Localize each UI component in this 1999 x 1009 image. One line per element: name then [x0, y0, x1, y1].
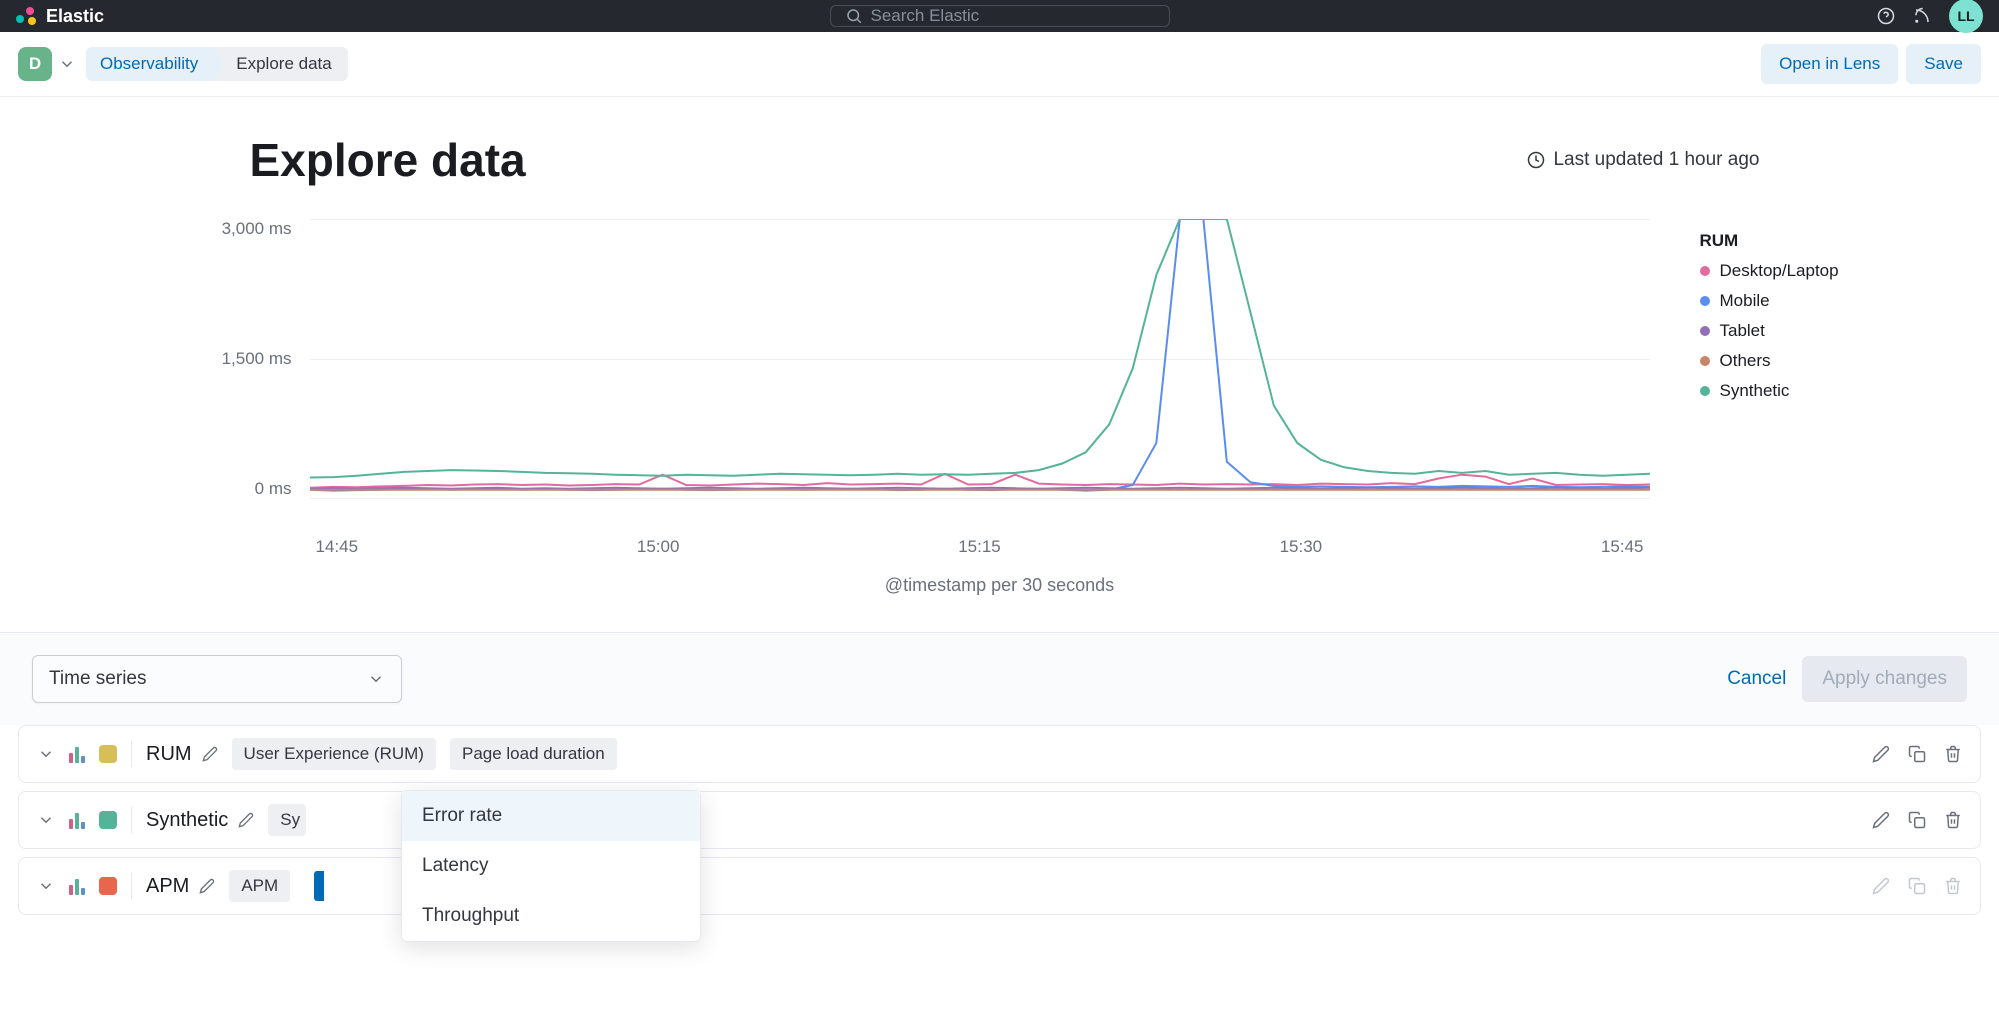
cluster-logo-icon — [16, 5, 38, 27]
series-badge[interactable]: Sy — [268, 804, 306, 836]
series-badge[interactable]: APM — [229, 870, 290, 902]
series-name: Synthetic — [146, 809, 254, 832]
brand-logo[interactable]: Elastic — [16, 5, 104, 27]
copy-icon[interactable] — [1908, 877, 1926, 895]
legend-label: Synthetic — [1720, 381, 1790, 401]
brand-name: Elastic — [46, 6, 104, 27]
pencil-icon[interactable] — [202, 746, 218, 762]
color-swatch[interactable] — [99, 877, 117, 895]
series-row: Synthetic Syition — [18, 791, 1981, 849]
color-swatch[interactable] — [99, 811, 117, 829]
x-axis: 14:45 15:00 15:15 15:30 15:45 — [310, 537, 1650, 557]
legend-dot-icon — [1700, 326, 1710, 336]
pencil-icon[interactable] — [1872, 811, 1890, 829]
news-icon[interactable] — [1913, 7, 1931, 25]
viz-type-select[interactable]: Time series — [32, 655, 402, 703]
y-axis: 3,000 ms 1,500 ms 0 ms — [120, 219, 310, 499]
legend-item[interactable]: Others — [1700, 351, 1880, 371]
row-actions — [1872, 811, 1962, 829]
legend-item[interactable]: Tablet — [1700, 321, 1880, 341]
bars-icon — [69, 877, 85, 895]
trash-icon[interactable] — [1944, 745, 1962, 763]
series-rows: RUM User Experience (RUM) Page load dura… — [0, 725, 1999, 935]
x-tick: 15:00 — [637, 537, 680, 557]
popover-item[interactable]: Latency — [402, 841, 700, 891]
search-icon — [845, 7, 863, 25]
page-title: Explore data — [250, 133, 526, 187]
search-input[interactable]: Search Elastic — [830, 5, 1170, 27]
pencil-icon — [1872, 877, 1890, 895]
legend-item[interactable]: Synthetic — [1700, 381, 1880, 401]
top-nav: Elastic Search Elastic LL — [0, 0, 1999, 32]
y-tick: 0 ms — [255, 479, 292, 499]
save-button[interactable]: Save — [1906, 44, 1981, 84]
copy-icon[interactable] — [1908, 811, 1926, 829]
legend-dot-icon — [1700, 296, 1710, 306]
x-tick: 14:45 — [316, 537, 359, 557]
legend-label: Desktop/Laptop — [1720, 261, 1839, 281]
trash-icon[interactable] — [1944, 877, 1962, 895]
legend-label: Tablet — [1720, 321, 1765, 341]
x-axis-label: @timestamp per 30 seconds — [40, 575, 1959, 596]
chevron-down-icon[interactable] — [37, 877, 55, 895]
breadcrumbs: Observability Explore data — [86, 47, 348, 81]
chart: 3,000 ms 1,500 ms 0 ms 14:45 15:00 15:15… — [120, 207, 1880, 527]
clock-icon — [1527, 151, 1545, 169]
legend-dot-icon — [1700, 356, 1710, 366]
series-row: APM APMError rateLatencyThroughput — [18, 857, 1981, 915]
y-tick: 1,500 ms — [222, 349, 292, 369]
legend-dot-icon — [1700, 386, 1710, 396]
series-name: RUM — [146, 743, 218, 766]
metric-select-button[interactable] — [314, 871, 324, 901]
chevron-down-icon — [367, 670, 385, 688]
controls-bar: Time series Cancel Apply changes — [0, 632, 1999, 725]
popover-item[interactable]: Throughput — [402, 891, 700, 941]
breadcrumb-explore-data: Explore data — [214, 47, 347, 81]
legend-title: RUM — [1700, 231, 1880, 251]
y-tick: 3,000 ms — [222, 219, 292, 239]
space-badge: D — [18, 47, 52, 81]
row-actions — [1872, 745, 1962, 763]
legend-item[interactable]: Desktop/Laptop — [1700, 261, 1880, 281]
cancel-button[interactable]: Cancel — [1727, 668, 1786, 690]
popover-item[interactable]: Error rate — [402, 791, 700, 841]
row-actions — [1872, 877, 1962, 895]
apply-changes-button: Apply changes — [1802, 656, 1967, 702]
chevron-down-icon[interactable] — [37, 811, 55, 829]
main-content: Explore data Last updated 1 hour ago 3,0… — [0, 97, 1999, 596]
pencil-icon[interactable] — [1872, 745, 1890, 763]
last-updated: Last updated 1 hour ago — [1527, 149, 1759, 171]
x-tick: 15:30 — [1280, 537, 1323, 557]
series-badge[interactable]: User Experience (RUM) — [232, 738, 436, 770]
space-selector[interactable]: D — [18, 47, 76, 81]
copy-icon[interactable] — [1908, 745, 1926, 763]
chevron-down-icon — [58, 55, 76, 73]
series-badge[interactable]: Page load duration — [450, 738, 617, 770]
plot-area[interactable]: 14:45 15:00 15:15 15:30 15:45 — [310, 207, 1650, 527]
chart-legend: RUM Desktop/Laptop Mobile Tablet Others Synt… — [1650, 207, 1880, 527]
trash-icon[interactable] — [1944, 811, 1962, 829]
bars-icon — [69, 811, 85, 829]
search-placeholder: Search Elastic — [871, 6, 980, 26]
pencil-icon[interactable] — [238, 812, 254, 828]
metric-popover: Error rateLatencyThroughput — [401, 790, 701, 942]
help-icon[interactable] — [1877, 7, 1895, 25]
pencil-icon[interactable] — [199, 878, 215, 894]
chevron-down-icon[interactable] — [37, 745, 55, 763]
series-row: RUM User Experience (RUM) Page load dura… — [18, 725, 1981, 783]
open-in-lens-button[interactable]: Open in Lens — [1761, 44, 1898, 84]
user-avatar[interactable]: LL — [1949, 0, 1983, 33]
legend-label: Mobile — [1720, 291, 1770, 311]
legend-dot-icon — [1700, 266, 1710, 276]
x-tick: 15:45 — [1601, 537, 1644, 557]
bars-icon — [69, 745, 85, 763]
series-name: APM — [146, 875, 215, 898]
breadcrumb-bar: D Observability Explore data Open in Len… — [0, 32, 1999, 97]
legend-item[interactable]: Mobile — [1700, 291, 1880, 311]
color-swatch[interactable] — [99, 745, 117, 763]
legend-label: Others — [1720, 351, 1771, 371]
breadcrumb-observability[interactable]: Observability — [86, 47, 214, 81]
x-tick: 15:15 — [958, 537, 1001, 557]
